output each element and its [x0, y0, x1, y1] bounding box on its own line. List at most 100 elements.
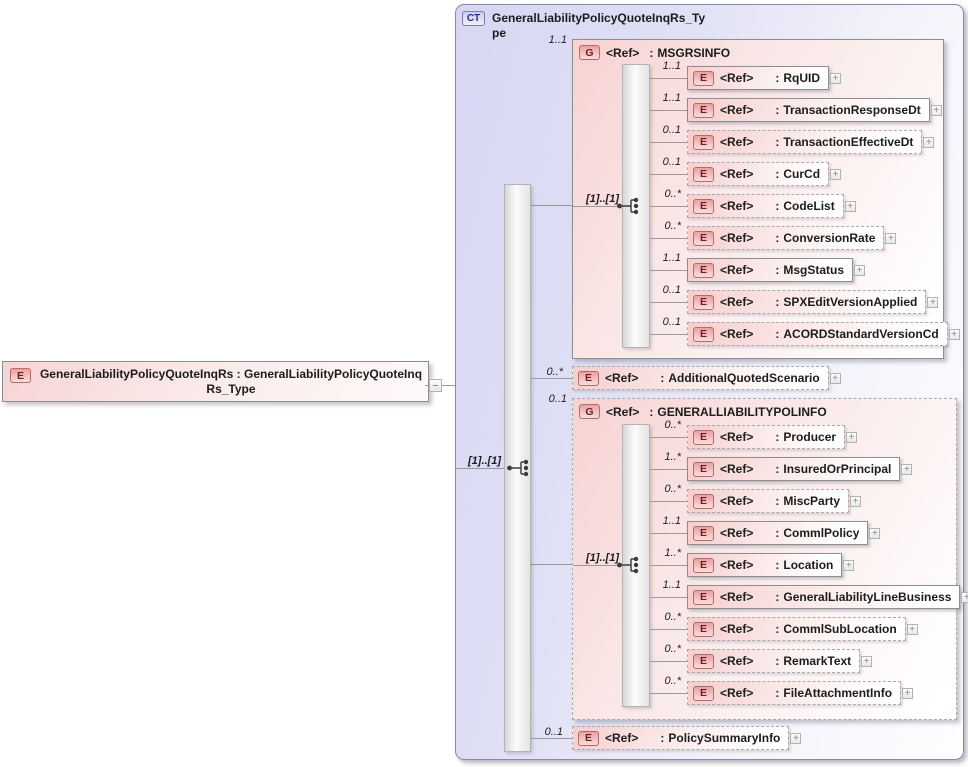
element-icon: E — [693, 654, 714, 669]
expand-icon[interactable]: + — [830, 373, 841, 384]
expand-icon[interactable]: + — [927, 297, 938, 308]
connector-line — [650, 661, 687, 662]
ref-label: <Ref> — [606, 405, 639, 419]
element-icon: E — [693, 263, 714, 278]
expand-icon[interactable]: + — [901, 464, 912, 475]
complex-type-box: CT GeneralLiabilityPolicyQuoteInqRs_Type… — [455, 4, 964, 760]
connector-line — [650, 174, 687, 175]
expand-icon[interactable]: + — [790, 733, 801, 744]
expand-icon[interactable]: + — [907, 624, 918, 635]
expand-icon[interactable]: + — [861, 656, 872, 667]
element-icon: E — [693, 558, 714, 573]
element-box[interactable]: E<Ref>:PolicySummaryInfo — [572, 726, 789, 750]
expand-icon[interactable]: + — [854, 265, 865, 276]
element-box[interactable]: E<Ref>:RqUID — [687, 66, 829, 90]
element-box[interactable]: E<Ref>:AdditionalQuotedScenario — [572, 366, 829, 390]
element-row[interactable]: 0..*E<Ref>:ConversionRate+ — [687, 226, 896, 250]
cardinality-label: 1..1 — [663, 92, 681, 104]
element-row[interactable]: 0..1E<Ref>:TransactionEffectiveDt+ — [687, 130, 934, 154]
element-row[interactable]: 0..1E<Ref>:SPXEditVersionApplied+ — [687, 290, 938, 314]
root-element-box[interactable]: E GeneralLiabilityPolicyQuoteInqRs : Gen… — [2, 361, 429, 402]
element-box[interactable]: E<Ref>:GeneralLiabilityLineBusiness — [687, 585, 960, 609]
cardinality-label: 0..* — [664, 611, 681, 623]
ref-label: <Ref> — [720, 622, 753, 636]
element-icon: E — [693, 430, 714, 445]
cardinality-label: 0..* — [664, 419, 681, 431]
ref-label: <Ref> — [720, 462, 753, 476]
cardinality-label: 0..1 — [545, 726, 563, 738]
element-row[interactable]: 1..*E<Ref>:InsuredOrPrincipal+ — [687, 457, 912, 481]
cardinality-label: 0..1 — [663, 284, 681, 296]
element-row[interactable]: 1..1E<Ref>:MsgStatus+ — [687, 258, 865, 282]
expand-icon[interactable]: + — [949, 329, 960, 340]
element-row[interactable]: 1..1E<Ref>:RqUID+ — [687, 66, 841, 90]
connector-line — [650, 334, 687, 335]
element-row[interactable]: 0..1E<Ref>:ACORDStandardVersionCd+ — [687, 322, 960, 346]
connector-line — [650, 629, 687, 630]
expand-icon[interactable]: + — [961, 592, 968, 603]
ref-label: <Ref> — [720, 327, 753, 341]
element-row[interactable]: 0..*E<Ref>:MiscParty+ — [687, 489, 861, 513]
cardinality-label: 1..1 — [663, 579, 681, 591]
element-box[interactable]: E<Ref>:CommlSubLocation — [687, 617, 906, 641]
element-box[interactable]: E<Ref>:FileAttachmentInfo — [687, 681, 901, 705]
cardinality-label: 0..1 — [663, 316, 681, 328]
expand-icon[interactable]: + — [869, 528, 880, 539]
element-box[interactable]: E<Ref>:MiscParty — [687, 489, 849, 513]
group-header[interactable]: G <Ref> : GENERALLIABILITYPOLINFO — [579, 404, 827, 419]
group-name: MSGRSINFO — [657, 46, 730, 60]
element-box[interactable]: E<Ref>:InsuredOrPrincipal — [687, 457, 900, 481]
compositor-cardinality-label: [1]..[1] — [456, 455, 501, 467]
element-box[interactable]: E<Ref>:Producer — [687, 425, 845, 449]
element-box[interactable]: E<Ref>:CurCd — [687, 162, 829, 186]
element-name: RemarkText — [783, 654, 851, 668]
expand-icon[interactable]: + — [830, 169, 841, 180]
element-row[interactable]: 0..*E<Ref>:FileAttachmentInfo+ — [687, 681, 913, 705]
expand-icon[interactable]: + — [845, 201, 856, 212]
complex-type-icon: CT — [462, 11, 485, 26]
element-box[interactable]: E<Ref>:Location — [687, 553, 842, 577]
element-box[interactable]: E<Ref>:ConversionRate — [687, 226, 884, 250]
expand-icon[interactable]: + — [923, 137, 934, 148]
element-icon: E — [693, 199, 714, 214]
colon: : — [775, 654, 779, 668]
ref-label: <Ref> — [720, 686, 753, 700]
element-box[interactable]: E<Ref>:RemarkText — [687, 649, 860, 673]
element-name: RqUID — [783, 71, 820, 85]
element-box[interactable]: E<Ref>:ACORDStandardVersionCd — [687, 322, 948, 346]
element-row[interactable]: 0..*E<Ref>:Producer+ — [687, 425, 857, 449]
collapse-icon[interactable]: − — [429, 379, 442, 392]
element-icon: E — [578, 731, 599, 746]
element-box[interactable]: E<Ref>:MsgStatus — [687, 258, 853, 282]
connector-line — [650, 270, 687, 271]
element-row[interactable]: 0..*E<Ref>:CommlSubLocation+ — [687, 617, 918, 641]
expand-icon[interactable]: + — [931, 105, 942, 116]
ref-label: <Ref> — [720, 590, 753, 604]
colon: : — [775, 622, 779, 636]
element-row[interactable]: 0..*E<Ref>:RemarkText+ — [687, 649, 872, 673]
expand-icon[interactable]: + — [850, 496, 861, 507]
element-row[interactable]: 0..*E<Ref>:AdditionalQuotedScenario+ — [572, 366, 841, 390]
element-row[interactable]: 0..1E<Ref>:PolicySummaryInfo+ — [572, 726, 801, 750]
complex-type-title: GeneralLiabilityPolicyQuoteInqRs_Type — [492, 11, 706, 41]
element-row[interactable]: 1..1E<Ref>:TransactionResponseDt+ — [687, 98, 942, 122]
element-row[interactable]: 0..1E<Ref>:CurCd+ — [687, 162, 841, 186]
connector-line — [650, 533, 687, 534]
element-box[interactable]: E<Ref>:TransactionEffectiveDt — [687, 130, 922, 154]
element-row[interactable]: 1..1E<Ref>:GeneralLiabilityLineBusiness+ — [687, 585, 968, 609]
element-row[interactable]: 0..*E<Ref>:CodeList+ — [687, 194, 856, 218]
expand-icon[interactable]: + — [846, 432, 857, 443]
group-header[interactable]: G <Ref> : MSGRSINFO — [579, 45, 730, 60]
group-box-msgrsinfo: 1..1 G <Ref> : MSGRSINFO [1]..[1] 1..1E<… — [572, 39, 944, 359]
expand-icon[interactable]: + — [843, 560, 854, 571]
element-box[interactable]: E<Ref>:CommlPolicy — [687, 521, 868, 545]
element-box[interactable]: E<Ref>:TransactionResponseDt — [687, 98, 930, 122]
expand-icon[interactable]: + — [830, 73, 841, 84]
cardinality-label: 0..* — [664, 483, 681, 495]
element-row[interactable]: 1..*E<Ref>:Location+ — [687, 553, 854, 577]
expand-icon[interactable]: + — [902, 688, 913, 699]
expand-icon[interactable]: + — [885, 233, 896, 244]
element-row[interactable]: 1..1E<Ref>:CommlPolicy+ — [687, 521, 880, 545]
element-box[interactable]: E<Ref>:SPXEditVersionApplied — [687, 290, 926, 314]
element-box[interactable]: E<Ref>:CodeList — [687, 194, 844, 218]
